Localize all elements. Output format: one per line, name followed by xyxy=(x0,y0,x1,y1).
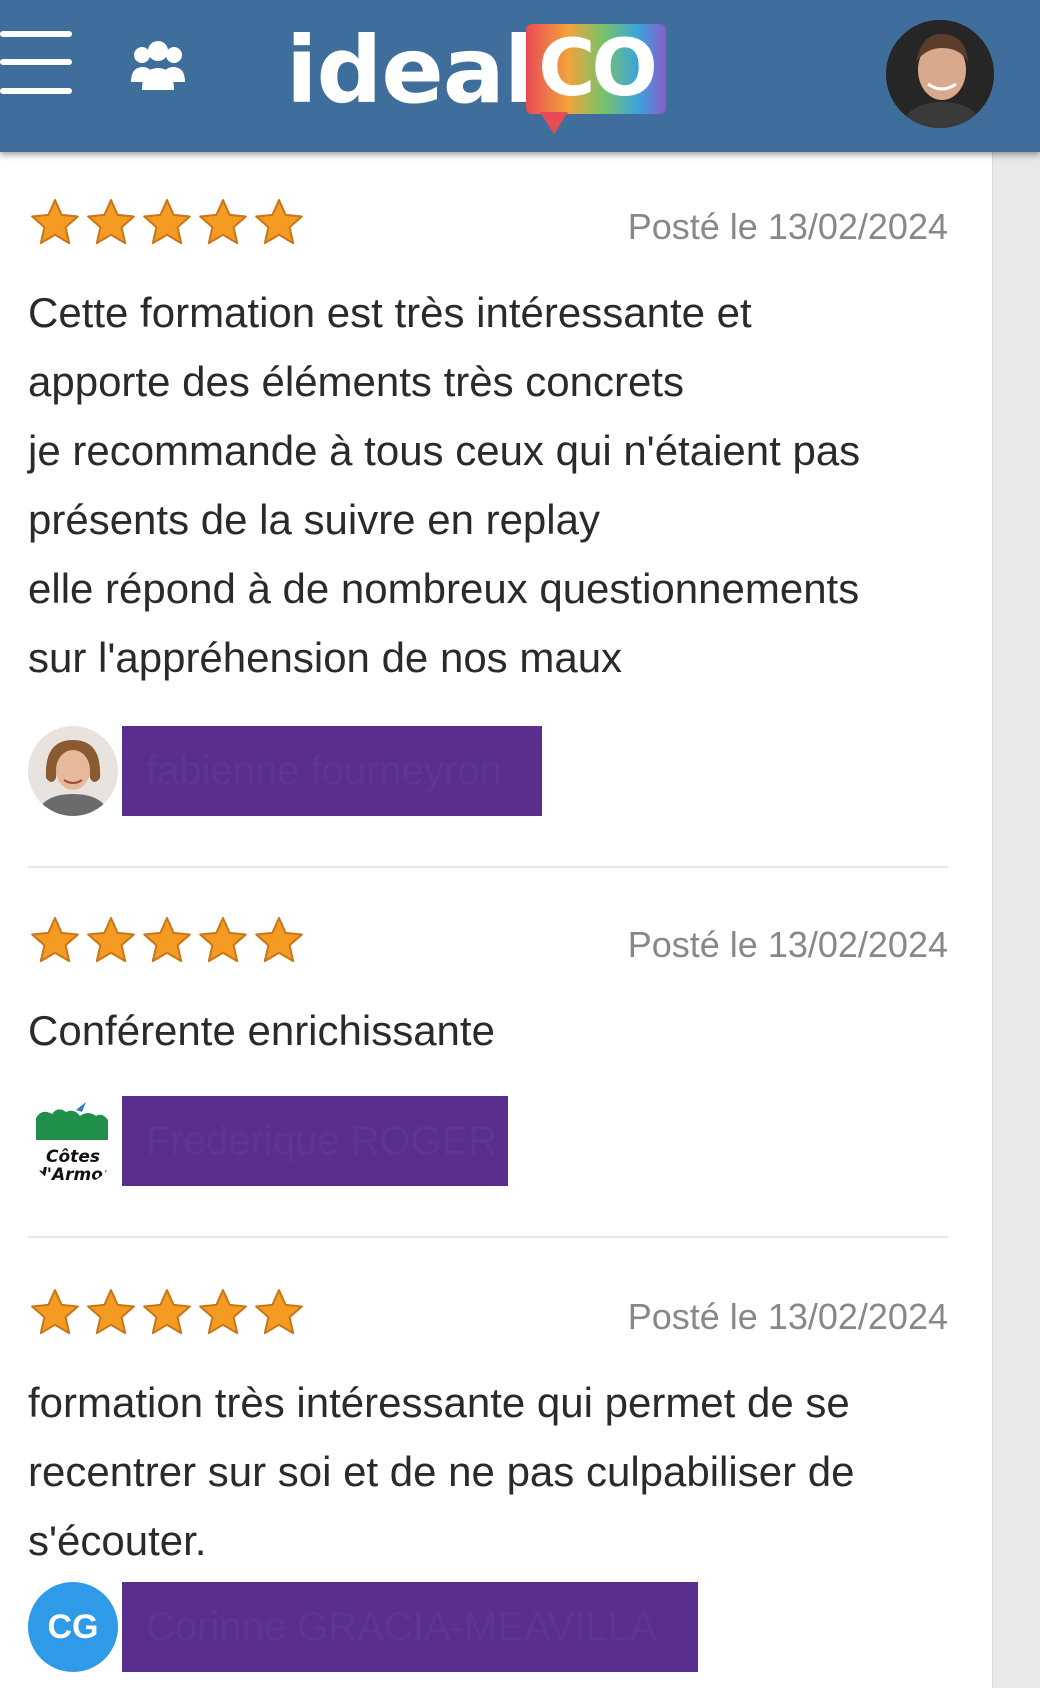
star-icon xyxy=(28,914,82,968)
review-item: Posté le 13/02/2024 Conférente enrichiss… xyxy=(28,914,948,1344)
reviews-panel: Posté le 13/02/2024 Cette formation est … xyxy=(0,152,992,1688)
divider xyxy=(28,1236,948,1238)
star-icon xyxy=(252,914,306,968)
star-icon xyxy=(140,1286,194,1340)
author-name-redacted[interactable]: Frederique ROGER xyxy=(122,1096,508,1186)
community-group-icon[interactable] xyxy=(130,40,186,94)
star-icon xyxy=(84,1286,138,1340)
author-initials-avatar[interactable]: CG xyxy=(28,1582,118,1672)
scrollbar[interactable] xyxy=(992,152,1040,1688)
review-text-line: apporte des éléments très concrets xyxy=(28,358,685,405)
hamburger-menu-icon[interactable] xyxy=(0,28,76,100)
review-date: Posté le 13/02/2024 xyxy=(627,924,948,965)
star-icon xyxy=(140,196,194,250)
review-text-line: sur l'appréhension de nos maux xyxy=(28,634,623,681)
star-icon xyxy=(196,196,250,250)
star-icon xyxy=(140,914,194,968)
review-item: Posté le 13/02/2024 formation très intér… xyxy=(28,1286,948,1688)
user-profile-avatar[interactable] xyxy=(886,20,994,128)
star-rating xyxy=(28,196,318,252)
star-icon xyxy=(196,1286,250,1340)
idealco-logo[interactable]: ideal CO xyxy=(286,16,686,134)
review-author[interactable]: fabienne fourneyron xyxy=(28,726,948,822)
review-text-line: s'écouter. xyxy=(28,1517,207,1564)
divider xyxy=(28,866,948,868)
star-icon xyxy=(252,1286,306,1340)
star-icon xyxy=(84,914,138,968)
review-author[interactable]: CG Corinne GRACIA-MEAVILLA xyxy=(28,1582,948,1678)
logo-badge: CO xyxy=(526,24,666,134)
review-date: Posté le 13/02/2024 xyxy=(627,206,948,247)
review-text-line: recentrer sur soi et de ne pas culpabili… xyxy=(28,1448,855,1495)
review-text-line: je recommande à tous ceux qui n'étaient … xyxy=(28,427,861,474)
cotes-darmor-logo[interactable]: Côtes d'Armor xyxy=(28,1096,118,1186)
review-text-line: Conférente enrichissante xyxy=(28,1007,495,1054)
star-rating xyxy=(28,914,318,970)
review-text: Cette formation est très intéressante et… xyxy=(28,278,948,692)
logo-wordmark: ideal xyxy=(286,17,535,124)
author-name-redacted[interactable]: Corinne GRACIA-MEAVILLA xyxy=(122,1582,698,1672)
review-text-line: elle répond à de nombreux questionnement… xyxy=(28,565,860,612)
author-avatar[interactable] xyxy=(28,726,118,816)
review-text: formation très intéressante qui permet d… xyxy=(28,1368,948,1575)
star-icon xyxy=(84,196,138,250)
review-item: Posté le 13/02/2024 Cette formation est … xyxy=(28,196,948,856)
author-name-redacted[interactable]: fabienne fourneyron xyxy=(122,726,542,816)
star-icon xyxy=(252,196,306,250)
star-icon xyxy=(28,196,82,250)
star-icon xyxy=(28,1286,82,1340)
star-rating xyxy=(28,1286,318,1342)
review-text-line: Cette formation est très intéressante et xyxy=(28,289,752,336)
review-text-line: formation très intéressante qui permet d… xyxy=(28,1379,850,1426)
review-author[interactable]: Côtes d'Armor Frederique ROGER xyxy=(28,1096,948,1192)
review-date: Posté le 13/02/2024 xyxy=(627,1296,948,1337)
review-text: Conférente enrichissante xyxy=(28,996,948,1065)
star-icon xyxy=(196,914,250,968)
logo-line: d'Armor xyxy=(35,1165,113,1185)
logo-line: Côtes xyxy=(46,1147,100,1167)
logo-badge-text: CO xyxy=(538,24,658,114)
top-app-bar: ideal CO xyxy=(0,0,1040,152)
review-text-line: présents de la suivre en replay xyxy=(28,496,600,543)
